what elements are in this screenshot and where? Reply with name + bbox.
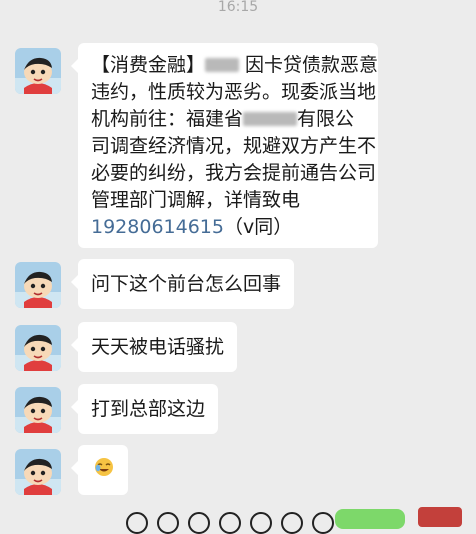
message-text: 机构前往：福建省 — [91, 108, 244, 130]
redaction-mark — [205, 58, 240, 72]
message-bubble[interactable]: 【消费金融】 因卡贷债款恶意 违约，性质较为恶劣。现委派当地 机构前往：福建省 有… — [71, 43, 378, 248]
message-bubble[interactable] — [71, 445, 128, 495]
face-emoji-icon — [95, 458, 113, 476]
message-text: 打到总部这边 — [91, 398, 206, 420]
message-text: 问下这个前台怎么回事 — [91, 273, 282, 295]
bottom-toolbar — [0, 505, 476, 534]
circle-icon[interactable] — [281, 512, 303, 534]
message-line: 违约，性质较为恶劣。现委派当地 — [91, 79, 376, 106]
message-text: 【消费金融】 — [91, 54, 206, 76]
circle-icon[interactable] — [312, 512, 334, 534]
redaction-mark — [243, 112, 298, 126]
cartoon-boy-avatar-icon — [15, 48, 61, 94]
phone-link[interactable]: 19280614615 — [91, 216, 224, 238]
sender-avatar[interactable] — [15, 449, 61, 495]
circle-icon[interactable] — [219, 512, 241, 534]
message-text: 司调查经济情况，规避双方产生不 — [91, 135, 377, 157]
red-badge[interactable] — [418, 507, 462, 527]
message-line: 必要的纠纷，我方会提前通告公司 — [91, 160, 376, 187]
message-text: 因卡贷债款恶意 — [239, 54, 379, 76]
cartoon-boy-avatar-icon — [15, 262, 61, 308]
message-text: 违约，性质较为恶劣。现委派当地 — [91, 81, 377, 103]
message-timestamp: 16:15 — [217, 0, 259, 15]
message-text: 天天被电话骚扰 — [91, 336, 225, 358]
message-line: 19280614615（v同） — [91, 214, 365, 241]
sender-avatar[interactable] — [15, 387, 61, 433]
circle-icon[interactable] — [250, 512, 272, 534]
circle-icon[interactable] — [126, 512, 148, 534]
message-line: 机构前往：福建省 有限公 — [91, 106, 365, 133]
message-line: 【消费金融】 因卡贷债款恶意 — [91, 52, 378, 79]
message-text: （v同） — [223, 216, 293, 238]
circle-icon[interactable] — [188, 512, 210, 534]
message-bubble[interactable]: 问下这个前台怎么回事 — [70, 259, 295, 309]
message-bubble[interactable]: 打到总部这边 — [70, 384, 219, 434]
sender-avatar[interactable] — [15, 325, 61, 371]
cartoon-boy-avatar-icon — [15, 449, 61, 495]
message-text: 管理部门调解，详情致电 — [91, 189, 301, 211]
message-bubble[interactable]: 天天被电话骚扰 — [70, 322, 238, 372]
message-line: 管理部门调解，详情致电 — [91, 187, 365, 214]
cartoon-boy-avatar-icon — [15, 387, 61, 433]
cartoon-boy-avatar-icon — [15, 325, 61, 371]
sender-avatar[interactable] — [15, 262, 61, 308]
message-line: 司调查经济情况，规避双方产生不 — [91, 133, 376, 160]
green-button[interactable] — [335, 509, 405, 529]
message-text: 有限公 — [297, 108, 355, 130]
sender-avatar[interactable] — [15, 48, 61, 94]
circle-icon[interactable] — [157, 512, 179, 534]
message-text: 必要的纠纷，我方会提前通告公司 — [91, 162, 377, 184]
